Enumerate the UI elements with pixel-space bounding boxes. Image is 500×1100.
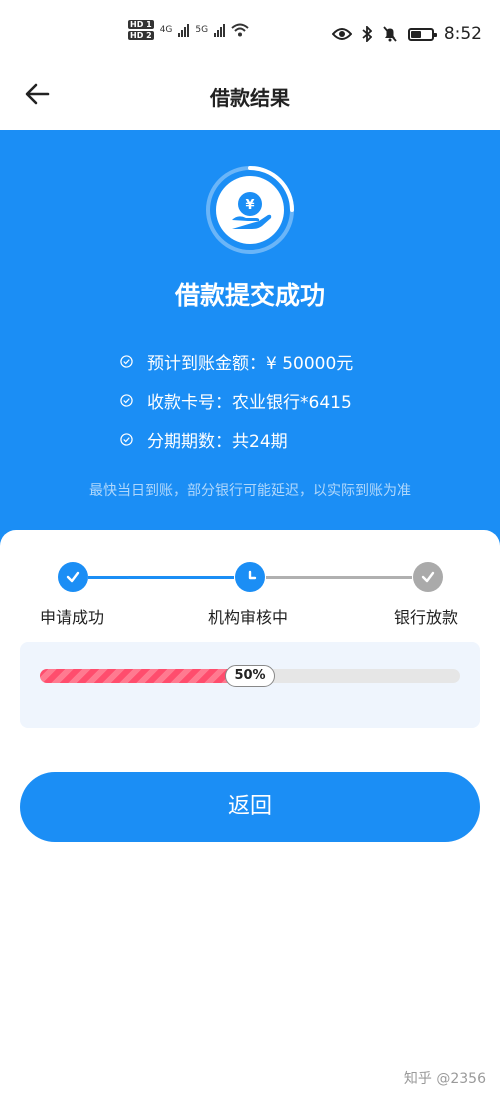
network-type-2: 5G xyxy=(195,25,209,35)
check-circle-icon xyxy=(120,433,133,446)
page-title: 借款结果 xyxy=(210,86,290,110)
result-title: 借款提交成功 xyxy=(174,281,325,310)
nav-bar: 借款结果 xyxy=(0,62,500,130)
status-card: 申请成功 机构审核中 银行放款 50% 返回 xyxy=(0,530,500,1100)
svg-text:¥: ¥ xyxy=(245,198,254,213)
step-connector-done xyxy=(88,576,234,579)
arrival-note: 最快当日到账，部分银行可能延迟，以实际到账为准 xyxy=(89,483,411,499)
signal-icon-2 xyxy=(214,23,226,37)
check-icon xyxy=(413,562,443,592)
network-indicators: HD 1 HD 2 4G 5G xyxy=(128,20,249,40)
detail-row-amount: 预计到账金额：¥ 50000元 xyxy=(120,349,353,374)
progress-percent-badge: 50% xyxy=(225,665,275,687)
network-type-1: 4G xyxy=(159,25,173,35)
step-connector-pending xyxy=(266,576,412,579)
hd1-badge: HD 1 xyxy=(128,20,154,29)
detail-value: ¥ 50000元 xyxy=(266,354,354,374)
detail-label: 分期期数： xyxy=(147,432,232,452)
system-indicators: 8:52 xyxy=(331,24,482,44)
yen-hand-icon: ¥ xyxy=(206,166,294,254)
status-bar: HD 1 HD 2 4G 5G 8:52 xyxy=(0,0,500,62)
progress-track: 50% xyxy=(40,665,460,687)
eye-icon xyxy=(331,28,352,40)
hd2-badge: HD 2 xyxy=(128,31,154,40)
clock-icon xyxy=(235,562,265,592)
step-label-disbursement: 银行放款 xyxy=(394,608,459,627)
check-circle-icon xyxy=(120,394,133,407)
watermark: 知乎 @2356 xyxy=(403,1071,486,1087)
detail-label: 预计到账金额： xyxy=(147,354,266,374)
detail-row-installments: 分期期数：共24期 xyxy=(120,427,288,452)
step-label-applied: 申请成功 xyxy=(40,608,105,627)
step-label-reviewing: 机构审核中 xyxy=(208,608,289,627)
check-circle-icon xyxy=(120,355,133,368)
result-hero: ¥ 借款提交成功 预计到账金额：¥ 50000元 收款卡号：农业银行*6415 … xyxy=(0,130,500,550)
bluetooth-icon xyxy=(362,26,372,42)
battery-icon xyxy=(407,27,437,41)
mute-bell-icon xyxy=(383,26,397,42)
signal-icon xyxy=(178,23,190,37)
check-icon xyxy=(58,562,88,592)
progress-fill xyxy=(40,669,250,683)
detail-row-card: 收款卡号：农业银行*6415 xyxy=(120,388,352,413)
detail-label: 收款卡号： xyxy=(147,393,232,413)
detail-value: 农业银行*6415 xyxy=(232,393,352,413)
wifi-icon xyxy=(231,23,249,37)
return-button[interactable]: 返回 xyxy=(20,772,480,842)
detail-value: 共24期 xyxy=(232,432,288,452)
clock-time: 8:52 xyxy=(443,24,482,44)
progress-panel: 50% xyxy=(20,642,480,728)
